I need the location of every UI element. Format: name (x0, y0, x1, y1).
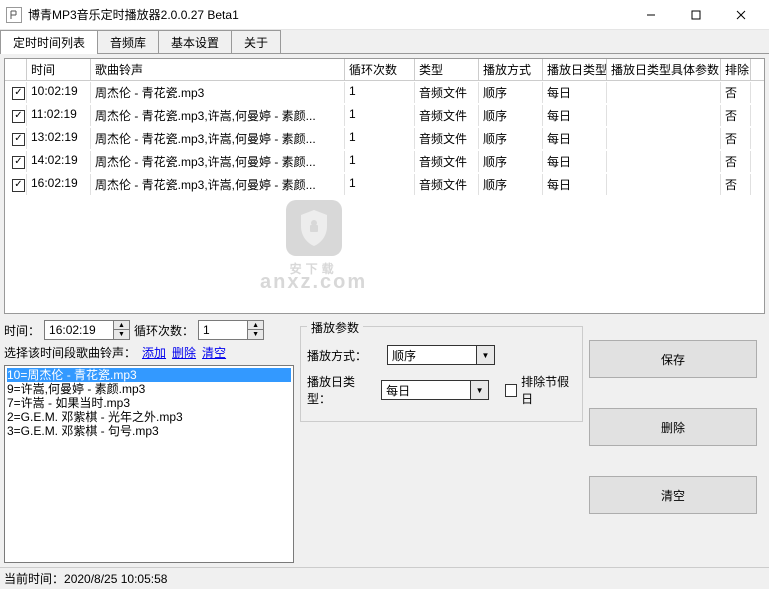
window-title: 博青MP3音乐定时播放器2.0.0.27 Beta1 (28, 6, 628, 23)
row-checkbox[interactable]: ✓ (12, 110, 25, 123)
tabs: 定时时间列表 音频库 基本设置 关于 (0, 30, 769, 54)
loop-up-icon[interactable]: ▲ (248, 321, 263, 330)
select-songs-label: 选择该时间段歌曲铃声： (4, 344, 136, 361)
table-row[interactable]: ✓13:02:19周杰伦 - 青花瓷.mp3,许嵩,何曼婷 - 素颜...1音频… (5, 127, 764, 150)
list-item[interactable]: 9=许嵩,何曼婷 - 素颜.mp3 (7, 382, 291, 396)
time-up-icon[interactable]: ▲ (114, 321, 129, 330)
daytype-label: 播放日类型： (307, 373, 375, 407)
time-input[interactable]: ▲▼ (44, 320, 130, 340)
pmode-combo[interactable]: ▼ (387, 345, 495, 365)
delete-button[interactable]: 删除 (589, 408, 757, 446)
chevron-down-icon[interactable]: ▼ (471, 380, 489, 400)
chevron-down-icon[interactable]: ▼ (477, 345, 495, 365)
list-item[interactable]: 10=周杰伦 - 青花瓷.mp3 (7, 368, 291, 382)
col-dayparam[interactable]: 播放日类型具体参数 (607, 59, 721, 80)
loop-label: 循环次数： (134, 322, 194, 339)
table-row[interactable]: ✓10:02:19周杰伦 - 青花瓷.mp31音频文件顺序每日否 (5, 81, 764, 104)
row-checkbox[interactable]: ✓ (12, 87, 25, 100)
play-params-fieldset: 播放参数 播放方式： ▼ 播放日类型： ▼ 排 (300, 326, 583, 422)
table-row[interactable]: ✓16:02:19周杰伦 - 青花瓷.mp3,许嵩,何曼婷 - 素颜...1音频… (5, 173, 764, 196)
statusbar: 当前时间： 2020/8/25 10:05:58 (0, 567, 769, 589)
col-type[interactable]: 类型 (415, 59, 479, 80)
minimize-button[interactable] (628, 1, 673, 29)
save-button[interactable]: 保存 (589, 340, 757, 378)
clear-link[interactable]: 清空 (202, 344, 226, 361)
col-pmode[interactable]: 播放方式 (479, 59, 543, 80)
exclude-holiday-checkbox[interactable]: 排除节假日 (505, 373, 576, 407)
titlebar: 博青MP3音乐定时播放器2.0.0.27 Beta1 (0, 0, 769, 30)
list-item[interactable]: 7=许嵩 - 如果当时.mp3 (7, 396, 291, 410)
close-button[interactable] (718, 1, 763, 29)
table-row[interactable]: ✓14:02:19周杰伦 - 青花瓷.mp3,许嵩,何曼婷 - 素颜...1音频… (5, 150, 764, 173)
tab-audio-library[interactable]: 音频库 (97, 30, 159, 53)
app-icon (6, 7, 22, 23)
status-label: 当前时间： (4, 570, 64, 587)
col-daytype[interactable]: 播放日类型 (543, 59, 607, 80)
row-checkbox[interactable]: ✓ (12, 156, 25, 169)
col-song[interactable]: 歌曲铃声 (91, 59, 345, 80)
col-exclude[interactable]: 排除 (721, 59, 751, 80)
loop-input[interactable]: ▲▼ (198, 320, 264, 340)
tab-about[interactable]: 关于 (231, 30, 281, 53)
fieldset-legend: 播放参数 (307, 319, 363, 336)
col-time[interactable]: 时间 (27, 59, 91, 80)
list-header: 时间 歌曲铃声 循环次数 类型 播放方式 播放日类型 播放日类型具体参数 排除 (5, 59, 764, 81)
table-row[interactable]: ✓11:02:19周杰伦 - 青花瓷.mp3,许嵩,何曼婷 - 素颜...1音频… (5, 104, 764, 127)
status-time: 2020/8/25 10:05:58 (64, 572, 167, 586)
tab-basic-settings[interactable]: 基本设置 (158, 30, 232, 53)
col-loop[interactable]: 循环次数 (345, 59, 415, 80)
add-link[interactable]: 添加 (142, 344, 166, 361)
maximize-button[interactable] (673, 1, 718, 29)
schedule-list[interactable]: 时间 歌曲铃声 循环次数 类型 播放方式 播放日类型 播放日类型具体参数 排除 … (4, 58, 765, 314)
clear-button[interactable]: 清空 (589, 476, 757, 514)
song-list-box[interactable]: 10=周杰伦 - 青花瓷.mp39=许嵩,何曼婷 - 素颜.mp37=许嵩 - … (4, 365, 294, 563)
row-checkbox[interactable]: ✓ (12, 133, 25, 146)
loop-down-icon[interactable]: ▼ (248, 330, 263, 339)
time-down-icon[interactable]: ▼ (114, 330, 129, 339)
row-checkbox[interactable]: ✓ (12, 179, 25, 192)
list-item[interactable]: 3=G.E.M. 邓紫棋 - 句号.mp3 (7, 424, 291, 438)
daytype-combo[interactable]: ▼ (381, 380, 489, 400)
list-item[interactable]: 2=G.E.M. 邓紫棋 - 光年之外.mp3 (7, 410, 291, 424)
tab-schedule-list[interactable]: 定时时间列表 (0, 30, 98, 53)
pmode-label: 播放方式： (307, 347, 381, 364)
time-label: 时间： (4, 322, 40, 339)
delete-link[interactable]: 删除 (172, 344, 196, 361)
